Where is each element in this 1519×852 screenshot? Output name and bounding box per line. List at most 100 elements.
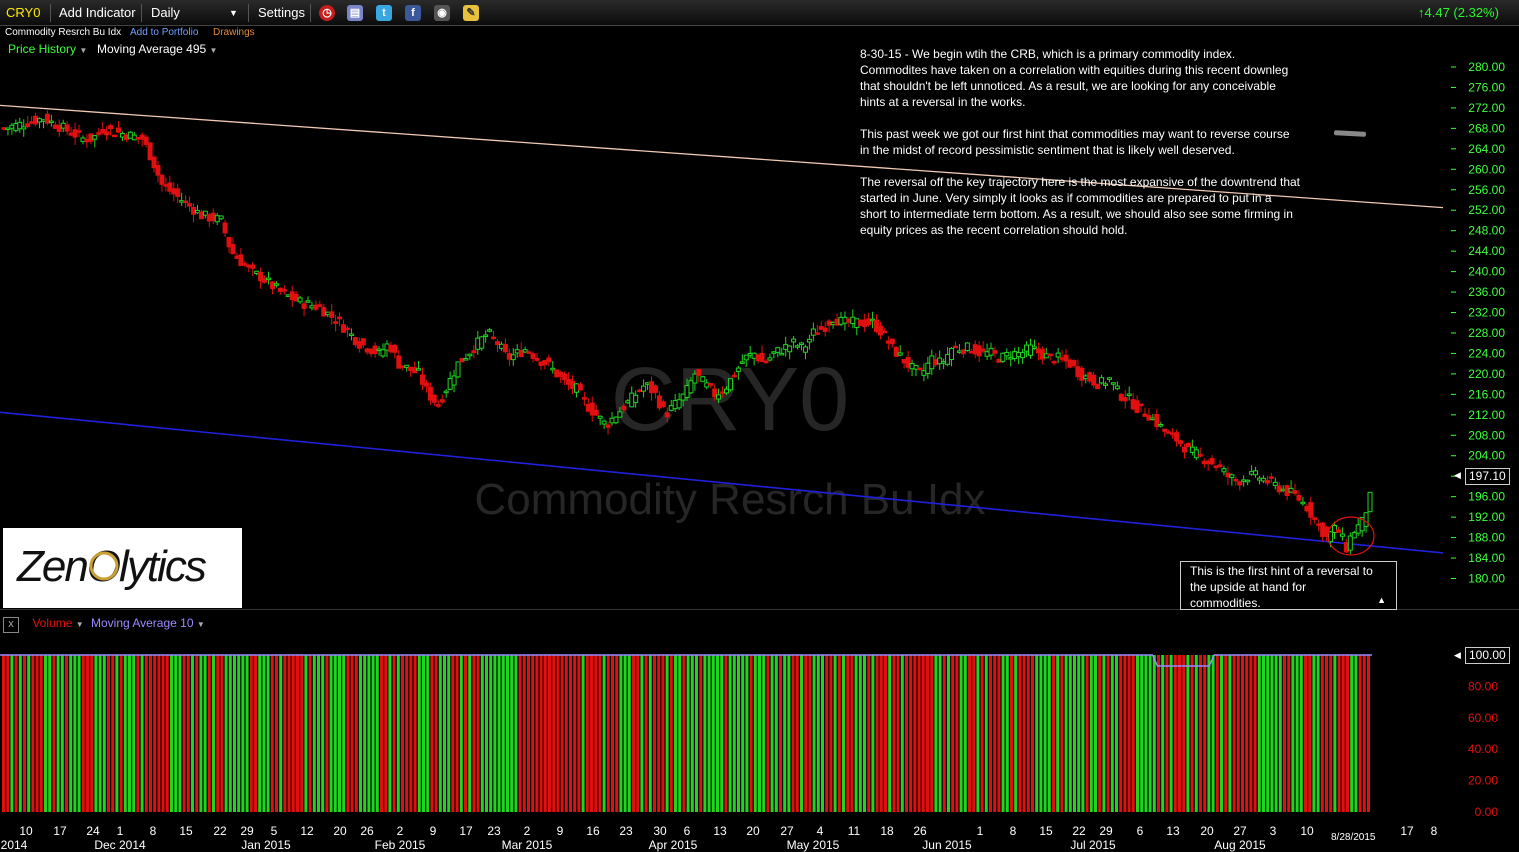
volume-bar xyxy=(573,655,577,812)
volume-bar xyxy=(774,655,778,812)
candle-body xyxy=(1205,460,1211,465)
volume-scale-arrow-icon[interactable]: ◀ xyxy=(1454,650,1461,661)
volume-bar xyxy=(157,655,161,812)
x-month-label: Jan 2015 xyxy=(241,838,291,852)
x-month-label: Dec 2014 xyxy=(94,838,146,852)
volume-bar xyxy=(875,655,879,812)
candle-body xyxy=(806,338,812,343)
volume-bar xyxy=(371,655,375,812)
volume-bar xyxy=(854,655,858,812)
volume-bar xyxy=(905,655,908,812)
interval-select[interactable]: Daily xyxy=(151,4,180,22)
volume-bar xyxy=(959,655,963,812)
volume-bar xyxy=(485,655,488,812)
candle-body xyxy=(1055,352,1061,358)
volume-bar xyxy=(909,655,913,812)
candle-body xyxy=(479,336,485,349)
x-tick-label: 1 xyxy=(117,824,124,838)
chevron-down-icon[interactable]: ▼ xyxy=(229,4,238,22)
y-tick-label: 228.00 xyxy=(1468,326,1505,340)
volume-bar xyxy=(233,655,236,812)
candle-body xyxy=(194,209,200,214)
volume-label[interactable]: Volume xyxy=(32,616,72,630)
candle-body xyxy=(1213,465,1219,469)
x-tick-label: 8 xyxy=(1431,824,1438,838)
volume-bar xyxy=(14,655,18,812)
candle-body xyxy=(506,352,512,360)
price-history-legend[interactable]: Price History ▼ xyxy=(8,42,87,56)
candle-body xyxy=(1217,464,1223,467)
candle-body xyxy=(648,381,654,394)
candle-body xyxy=(802,346,808,353)
candle-body xyxy=(1316,523,1322,526)
candle-body xyxy=(952,345,958,349)
candle-body xyxy=(40,119,46,122)
volume-bar xyxy=(220,655,224,812)
price-scale-arrow-icon[interactable]: ◀ xyxy=(1454,470,1461,481)
candle-body xyxy=(1197,454,1203,457)
settings-button[interactable]: Settings xyxy=(258,4,305,22)
volume-bar xyxy=(1333,655,1337,812)
candle-body xyxy=(447,378,453,390)
watermark-name: Commodity Resrch Bu Idx xyxy=(474,475,985,524)
candle-body xyxy=(668,405,674,411)
candle-body xyxy=(1158,424,1164,427)
notes-icon[interactable]: ✎ xyxy=(463,5,479,21)
callout-arrow-icon[interactable]: ▲ xyxy=(1377,592,1386,608)
volume-bar xyxy=(279,655,283,812)
close-pane-button[interactable]: x xyxy=(3,617,19,633)
candle-body xyxy=(68,132,74,136)
candle-body xyxy=(471,350,477,354)
volume-bar xyxy=(758,655,761,812)
candle-body xyxy=(514,349,520,354)
y-tick-label: 180.00 xyxy=(1468,572,1505,586)
candle-body xyxy=(246,265,252,268)
candle-body xyxy=(700,376,706,382)
commentary-line: Commodites have taken on a correlation w… xyxy=(860,63,1289,77)
moving-average-legend[interactable]: Moving Average 495 ▼ xyxy=(97,42,217,56)
volume-bar xyxy=(674,655,677,812)
candle-body xyxy=(159,174,165,185)
candle-body xyxy=(92,135,98,140)
volume-bar xyxy=(1064,655,1068,812)
volume-bar xyxy=(867,655,871,812)
facebook-icon[interactable]: f xyxy=(405,5,421,21)
candle-body xyxy=(526,351,532,354)
volume-bar xyxy=(665,655,669,812)
annotation-callout[interactable]: This is the first hint of a reversal to … xyxy=(1180,561,1397,610)
volume-bar xyxy=(195,655,199,812)
volume-y-tick-label: 20.00 xyxy=(1468,774,1498,788)
volume-bar xyxy=(1241,655,1244,812)
candle-body xyxy=(1146,415,1152,421)
candle-body xyxy=(305,300,311,303)
alarm-clock-icon[interactable]: ◷ xyxy=(319,5,335,21)
volume-bar xyxy=(800,655,803,812)
candle-body xyxy=(96,132,102,135)
y-tick-label: 280.00 xyxy=(1468,60,1505,74)
candle-body xyxy=(1308,502,1314,518)
drawings-link[interactable]: Drawings xyxy=(213,27,255,38)
candle-body xyxy=(1075,366,1081,378)
candle-body xyxy=(143,136,149,145)
volume-ma-label[interactable]: Moving Average 10 xyxy=(91,616,194,630)
candle-body xyxy=(187,203,193,207)
candle-body xyxy=(427,386,433,401)
volume-bar xyxy=(77,655,81,812)
add-indicator-button[interactable]: Add Indicator xyxy=(59,4,136,22)
volume-scale-badge: 100.00 xyxy=(1465,647,1510,664)
x-tick-label: 15 xyxy=(1039,824,1053,838)
volume-bar xyxy=(438,655,442,812)
volume-bar xyxy=(627,655,631,812)
candle-body xyxy=(1099,377,1105,384)
candle-body xyxy=(498,343,504,349)
volume-bar xyxy=(107,655,110,812)
commentary-line: This past week we got our first hint tha… xyxy=(860,127,1290,141)
twitter-icon[interactable]: t xyxy=(376,5,392,21)
symbol-label[interactable]: CRY0 xyxy=(6,4,40,22)
add-to-portfolio-link[interactable]: Add to Portfolio xyxy=(130,27,198,38)
candle-body xyxy=(17,121,23,130)
volume-bar xyxy=(1039,655,1043,812)
volume-bar xyxy=(686,655,690,812)
news-icon[interactable]: ▤ xyxy=(347,5,363,21)
camera-icon[interactable]: ◉ xyxy=(434,5,450,21)
